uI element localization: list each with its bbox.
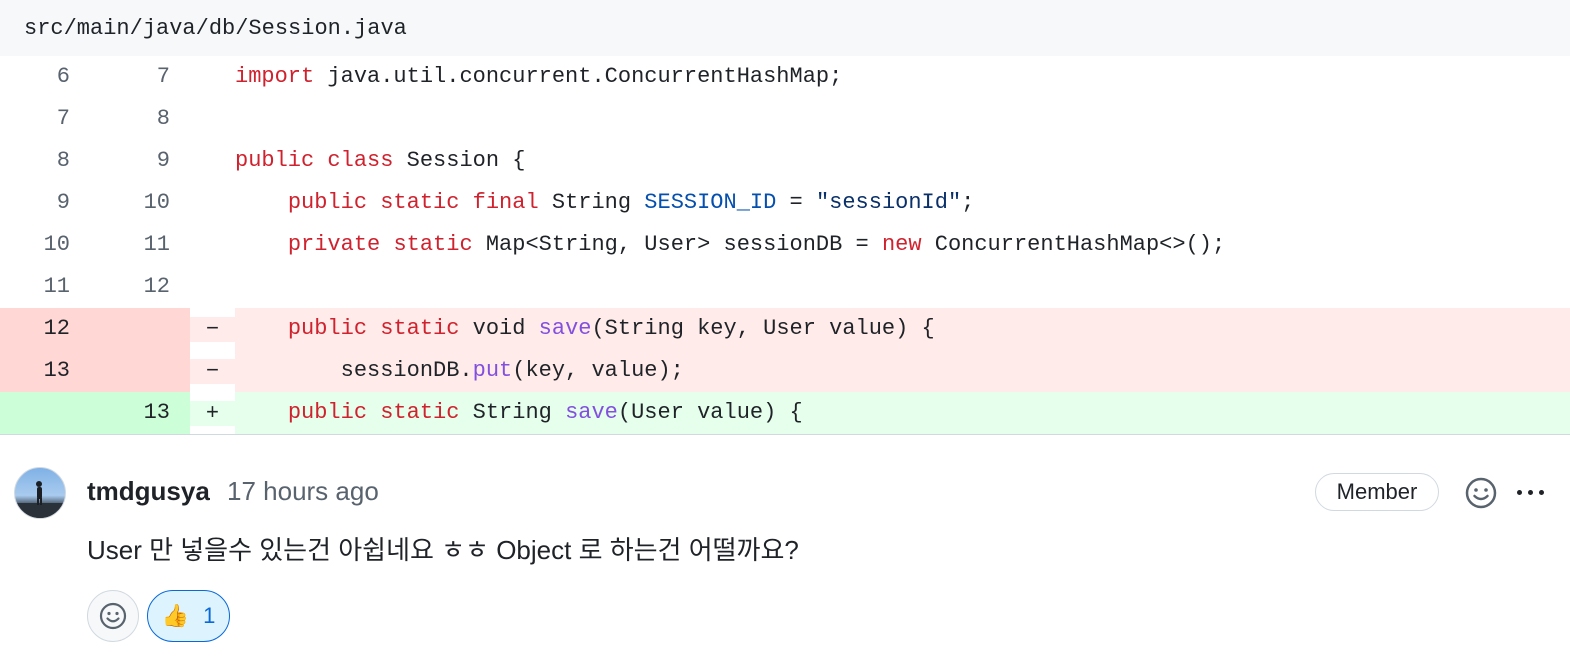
new-line-number[interactable]: 9 <box>95 140 190 182</box>
old-line-number[interactable]: 8 <box>0 140 95 182</box>
code-line: public static final String SESSION_ID = … <box>287 190 975 215</box>
comment-body: User 만 넣을수 있는건 아쉽네요 ㅎㅎ Object 로 하는건 어떨까요… <box>87 535 799 565</box>
old-line-number[interactable]: 13 <box>0 350 95 392</box>
diff-row-deleted: 12 − public static void save(String key,… <box>0 308 1570 350</box>
code-line: private static Map<String, User> session… <box>287 232 1226 257</box>
new-line-number[interactable]: 11 <box>95 224 190 266</box>
kebab-horizontal-icon <box>1516 489 1522 495</box>
diff-row: 6 7 import java.util.concurrent.Concurre… <box>0 56 1570 98</box>
diff-row-added: 13 + public static String save(User valu… <box>0 392 1570 434</box>
comment-author[interactable]: tmdgusya <box>87 476 210 507</box>
avatar[interactable] <box>14 467 66 519</box>
reaction-count: 1 <box>203 603 216 628</box>
reaction-thumbs-up[interactable]: 👍 1 <box>147 590 230 642</box>
old-line-number[interactable]: 7 <box>0 98 95 140</box>
new-line-number[interactable] <box>95 350 190 392</box>
new-line-number[interactable] <box>95 308 190 350</box>
code-line: public static void save(String key, User… <box>235 308 1570 350</box>
member-badge: Member <box>1315 473 1439 511</box>
diff-marker-plus: + <box>190 400 235 426</box>
code-line: sessionDB.put(key, value); <box>235 350 1570 392</box>
file-path-header: src/main/java/db/Session.java <box>0 0 1570 56</box>
add-reaction-button[interactable] <box>1462 474 1500 512</box>
old-line-number[interactable]: 11 <box>0 266 95 308</box>
code-line: import java.util.concurrent.ConcurrentHa… <box>235 64 843 89</box>
new-line-number[interactable]: 10 <box>95 182 190 224</box>
diff-row: 7 8 <box>0 98 1570 140</box>
file-path: src/main/java/db/Session.java <box>24 15 407 41</box>
thumbs-up-icon: 👍 <box>161 603 190 628</box>
old-line-number[interactable]: 6 <box>0 56 95 98</box>
diff-row: 8 9 public class Session { <box>0 140 1570 182</box>
new-line-number[interactable]: 8 <box>95 98 190 140</box>
diff-row-deleted: 13 − sessionDB.put(key, value); <box>0 350 1570 392</box>
smiley-icon <box>1465 477 1497 509</box>
old-line-number[interactable] <box>0 392 95 434</box>
old-line-number[interactable]: 12 <box>0 308 95 350</box>
new-line-number[interactable]: 12 <box>95 266 190 308</box>
comment-timestamp[interactable]: 17 hours ago <box>227 476 379 507</box>
diff-marker-minus: − <box>190 316 235 342</box>
diff-table: 6 7 import java.util.concurrent.Concurre… <box>0 56 1570 435</box>
more-options-button[interactable] <box>1510 476 1550 508</box>
add-reaction-icon <box>99 602 127 630</box>
code-line: public static String save(User value) { <box>235 392 1570 434</box>
new-line-number[interactable]: 7 <box>95 56 190 98</box>
code-line: public class Session { <box>235 148 526 173</box>
old-line-number[interactable]: 9 <box>0 182 95 224</box>
diff-row: 11 12 <box>0 266 1570 308</box>
avatar-person-icon <box>15 481 65 518</box>
diff-row: 9 10 public static final String SESSION_… <box>0 182 1570 224</box>
diff-row: 10 11 private static Map<String, User> s… <box>0 224 1570 266</box>
new-line-number[interactable]: 13 <box>95 392 190 434</box>
member-badge-label: Member <box>1336 479 1418 504</box>
old-line-number[interactable]: 10 <box>0 224 95 266</box>
add-reaction-pill[interactable] <box>87 590 139 642</box>
diff-marker-minus: − <box>190 358 235 384</box>
